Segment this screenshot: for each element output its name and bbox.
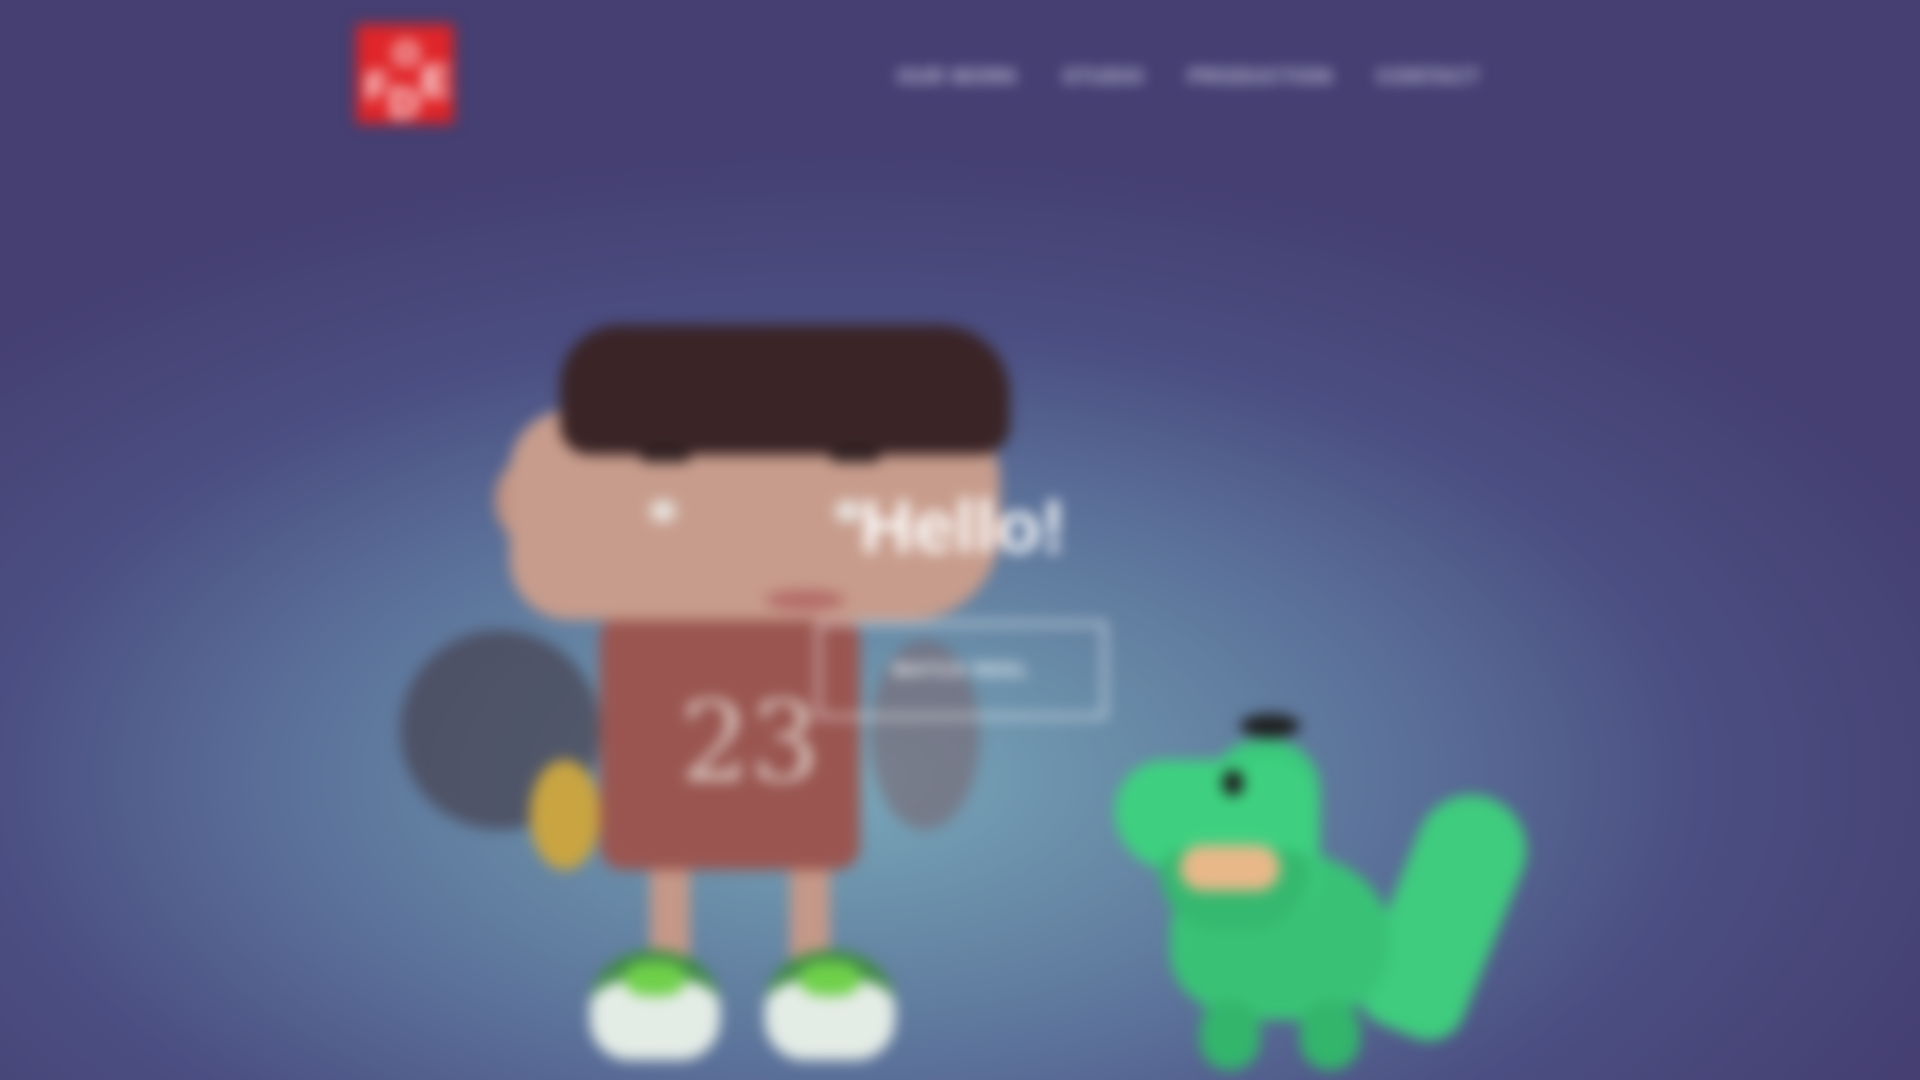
nav-production[interactable]: PRODUCTION (1188, 66, 1332, 89)
dino-hair (1240, 714, 1300, 738)
nav-studio[interactable]: STUDIO (1063, 66, 1145, 89)
dino-foot-right (1300, 1000, 1360, 1070)
boy-eye-right (835, 500, 861, 522)
dino-eye (1222, 770, 1244, 796)
banana (530, 760, 600, 870)
nav-contact[interactable]: CONTACT (1377, 66, 1480, 89)
hero-illustration: 23 F O E D OUR WORK STUDIO PRODUCTION CO… (0, 0, 1920, 1080)
dino-foot-left (1200, 1000, 1260, 1070)
boy-brow-left (640, 448, 690, 462)
nav-our-work[interactable]: OUR WORK (897, 66, 1018, 89)
jersey-number: 23 (680, 678, 820, 806)
watch-reel-button[interactable]: WATCH REEL (817, 622, 1106, 718)
boy-mouth (765, 590, 845, 610)
hero-title: Hello! (860, 485, 1066, 568)
logo-letter-f: F (365, 65, 390, 109)
logo-letter-o: O (393, 35, 420, 73)
boy-shoe-lace-left (625, 962, 685, 996)
main-nav: OUR WORK STUDIO PRODUCTION CONTACT (897, 66, 1480, 89)
boy-eye-left (650, 500, 676, 522)
boy-shoe-lace-right (800, 962, 860, 996)
logo-letter-e: E (421, 57, 451, 106)
boy-brow-right (830, 448, 880, 462)
logo-letter-d: D (389, 79, 420, 126)
boy-hair (560, 325, 1010, 455)
studio-logo[interactable]: F O E D (356, 24, 454, 126)
dino-mouth (1180, 845, 1280, 891)
